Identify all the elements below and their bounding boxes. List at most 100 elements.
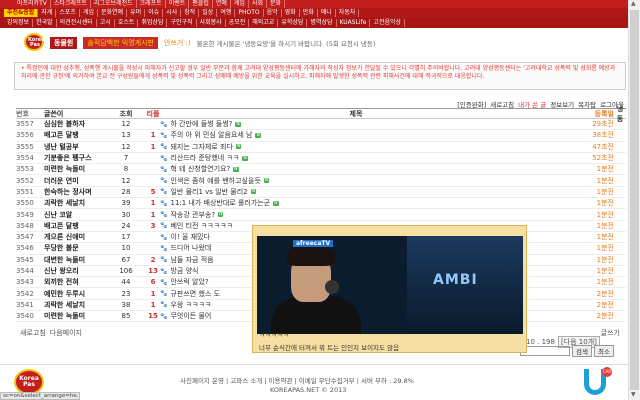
nav3-item[interactable]: 호스트 bbox=[115, 19, 139, 27]
nav3-item[interactable]: 고전음악상 bbox=[370, 19, 406, 27]
post-author[interactable]: 게으른 신애미 bbox=[44, 232, 106, 242]
nav1-item[interactable]: 연예 bbox=[213, 0, 231, 8]
post-title[interactable]: 11:1 내가 배상반대로 롤러가는군 bbox=[170, 198, 270, 208]
footer-refresh-link[interactable]: 새로고침 bbox=[20, 328, 46, 338]
u-car-logo[interactable]: CAR bbox=[584, 367, 612, 399]
post-title-cell[interactable]: 🐾 혁 테 신청할연기요? N bbox=[160, 164, 552, 174]
post-author[interactable]: 예민한 두루시 bbox=[44, 289, 106, 299]
nav3-item[interactable]: 병역상담 bbox=[307, 19, 337, 27]
nav2-item[interactable]: 추천&종합 bbox=[4, 9, 39, 17]
nav1-item[interactable]: 문화 bbox=[267, 0, 286, 8]
post-author[interactable]: 배고픈 달팽 bbox=[44, 130, 106, 140]
nav3-item[interactable]: 구인구직 bbox=[167, 19, 197, 27]
scrollbar-thumb[interactable] bbox=[630, 10, 639, 390]
post-title-cell[interactable]: 🐾 리산드라 준탕했네 ㅋㅋ N bbox=[160, 153, 552, 163]
post-title[interactable]: 인색은 좀혀 얘를 밴하고싶을듯 bbox=[170, 176, 260, 186]
scroll-down-icon[interactable]: ▼ bbox=[631, 391, 636, 398]
post-title[interactable]: 혁 테 신청할연기요? bbox=[170, 164, 230, 174]
post-title[interactable]: 방금 양식 bbox=[170, 266, 198, 276]
nav2-item[interactable]: PHOTO bbox=[235, 9, 264, 17]
post-title-cell[interactable]: 🐾 주의 아 위 민심 알음요세 남N bbox=[160, 130, 552, 140]
nav2-item[interactable]: 음악 bbox=[264, 9, 282, 17]
post-title-cell[interactable]: 🐾 돼지는 그자체로 죄다 N bbox=[160, 142, 552, 152]
video-thumbnail[interactable]: AMBI afreecaTV bbox=[257, 236, 523, 334]
nav2-item[interactable]: 문화연예 bbox=[98, 9, 128, 17]
post-author[interactable]: 무당한 불문 bbox=[44, 243, 106, 253]
post-author[interactable]: 괴락한 세날치 bbox=[44, 198, 106, 208]
nav3-item[interactable]: 해외고교 bbox=[249, 19, 279, 27]
nav1-item[interactable]: 사회 bbox=[249, 0, 267, 8]
table-row[interactable]: 3550 괴락한 세날치 39 1 🐾 11:1 내가 배상반대로 롤러가는군 N 1분전 bbox=[16, 198, 626, 210]
write-button[interactable]: 글쓰기 bbox=[601, 328, 620, 338]
post-title[interactable]: 남들 자금 적음 bbox=[170, 255, 213, 265]
table-row[interactable]: 3557 심심한 블하자 12 🐾 하 간만에 들썽 들썽? N 29초전 bbox=[16, 119, 626, 131]
post-title-cell[interactable]: 🐾 일반 물리1 vs 일반 물리2 N bbox=[160, 187, 552, 197]
post-title[interactable]: 리산드라 준탕했네 ㅋㅋ bbox=[170, 153, 239, 163]
post-title[interactable]: 무엇이든 물어 bbox=[170, 311, 211, 321]
search-button[interactable]: 검색 bbox=[572, 345, 592, 357]
nav2-item[interactable]: 게임 bbox=[80, 9, 98, 17]
nav2-item[interactable]: 스포츠 bbox=[56, 9, 80, 17]
page-scrollbar[interactable]: ▲ ▼ bbox=[628, 0, 640, 400]
post-author[interactable]: 신난 왕오리 bbox=[44, 266, 106, 276]
post-title[interactable]: 일반 물리1 vs 일반 물리2 bbox=[170, 187, 247, 197]
nav3-item[interactable]: 고시 bbox=[97, 19, 115, 27]
post-title-cell[interactable]: 🐾 인색은 좀혀 얘를 밴하고싶을듯 N bbox=[160, 176, 552, 186]
nav1-item[interactable]: 게임 bbox=[231, 0, 249, 8]
post-author[interactable]: 한숙하는 정사며 bbox=[44, 187, 106, 197]
post-title[interactable]: 드디어 나왔데 bbox=[170, 243, 211, 253]
post-title[interactable]: 이! 울 재밌다 bbox=[170, 232, 209, 242]
post-title[interactable]: 돼지는 그자체로 죄다 bbox=[170, 142, 232, 152]
nav3-item[interactable]: 한국발 bbox=[33, 19, 57, 27]
post-title[interactable]: 규판쓰면 했스 도 bbox=[170, 289, 220, 299]
post-author[interactable]: 배고픈 달팽 bbox=[44, 221, 106, 231]
video-preview-popup[interactable]: AMBI afreecaTV ㅋㅋㅋㅋㅋ 너무 순식간에 터져서 뭐 트는 인인… bbox=[252, 225, 527, 353]
nav3-item[interactable]: 공모전 bbox=[226, 19, 250, 27]
table-row[interactable]: 3556 배고픈 달팽 13 1 🐾 주의 아 위 민심 알음요세 남 N 38초전 bbox=[16, 130, 626, 142]
post-author[interactable]: 더러운 연미 bbox=[44, 176, 106, 186]
post-author[interactable]: 기분좋은 펭구스 bbox=[44, 153, 106, 163]
nav3-item[interactable]: 의견전시센터 bbox=[57, 19, 97, 27]
nav1-item[interactable]: 팬클럽 bbox=[189, 0, 213, 8]
nav1-item[interactable]: 아프리카TV bbox=[14, 0, 51, 8]
table-row[interactable]: 3552 더러운 연미 12 🐾 인색은 좀혀 얘를 밴하고싶을듯 N 1분전 bbox=[16, 175, 626, 187]
nav2-item[interactable]: 영화 bbox=[282, 9, 300, 17]
nav1-item[interactable]: 리그오브레전드 bbox=[91, 0, 137, 8]
nav1-item[interactable]: 크래프트 bbox=[137, 0, 166, 8]
post-author[interactable]: 심심한 블하자 bbox=[44, 119, 106, 129]
nav2-item[interactable]: 창작 bbox=[181, 9, 200, 17]
post-title[interactable]: 작송강 관부송? bbox=[170, 210, 215, 220]
table-row[interactable]: 3549 신난 코알 30 1 🐾 작송강 관부송? N 1분전 bbox=[16, 209, 626, 221]
post-author[interactable]: 대변한 늑들미 bbox=[44, 255, 106, 265]
nav3-item[interactable]: 강의정보 bbox=[4, 19, 34, 27]
post-title-cell[interactable]: 🐾 하 간만에 들썽 들썽? N bbox=[160, 119, 552, 129]
nav2-item[interactable]: 이슈 bbox=[145, 9, 164, 17]
post-title[interactable]: 주의 아 위 민심 알음요세 남 bbox=[170, 130, 252, 140]
post-author[interactable]: 신난 코알 bbox=[44, 210, 106, 220]
post-title[interactable]: 우왕 ㅋㅋㅋㅋ bbox=[170, 300, 211, 310]
board-name[interactable]: 동물원 bbox=[50, 36, 78, 49]
post-author[interactable]: 미련한 늑돌미 bbox=[44, 311, 106, 321]
nav3-item[interactable]: 사회봉사 bbox=[197, 19, 226, 27]
footer-site-links[interactable]: 사진페이지 운영 | 고파스 소개 | 이용약관 | 이메일 무단수집거부 | … bbox=[180, 375, 414, 385]
nav2-item[interactable]: 여행 bbox=[217, 9, 236, 17]
post-title-cell[interactable]: 🐾 11:1 내가 배상반대로 롤러가는군 N bbox=[160, 198, 552, 208]
search-input[interactable] bbox=[520, 346, 570, 356]
nav2-item[interactable]: 시사 bbox=[163, 9, 182, 17]
post-title[interactable]: 하 간만에 들썽 들썽? bbox=[170, 119, 232, 129]
nav3-item[interactable]: KUASLife bbox=[337, 19, 371, 27]
nav2-item[interactable]: 자동차 bbox=[336, 9, 360, 17]
nav2-item[interactable]: 유머 bbox=[127, 9, 146, 17]
table-row[interactable]: 3554 기분좋은 펭구스 7 🐾 리산드라 준탕했네 ㅋㅋ N 52초전 bbox=[16, 153, 626, 165]
table-row[interactable]: 3553 미련한 늑돌미 8 🐾 혁 테 신청할연기요? N 1분전 bbox=[16, 164, 626, 176]
scroll-up-icon[interactable]: ▲ bbox=[631, 0, 636, 7]
table-row[interactable]: 3555 냉난 털공부 12 1 🐾 돼지는 그자체로 죄다 N 47초전 bbox=[16, 142, 626, 153]
table-row[interactable]: 3551 한숙하는 정사며 28 5 🐾 일반 물리1 vs 일반 물리2 N 1분전 bbox=[16, 187, 626, 199]
post-title[interactable]: 안쓰럭 알았? bbox=[170, 277, 208, 287]
post-author[interactable]: 미련한 늑돌미 bbox=[44, 164, 106, 174]
nav3-item[interactable]: 유학상담 bbox=[278, 19, 308, 27]
cancel-button[interactable]: 최소 bbox=[593, 345, 614, 357]
post-author[interactable]: 냉난 털공부 bbox=[44, 142, 106, 152]
nav2-item[interactable]: 자게 bbox=[38, 9, 57, 17]
nav2-item[interactable]: 애니 bbox=[318, 9, 336, 17]
